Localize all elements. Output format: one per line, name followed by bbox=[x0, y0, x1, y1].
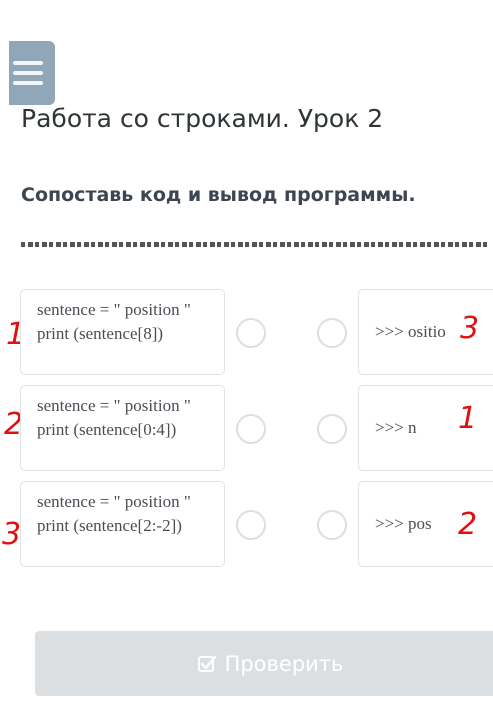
output-text: >>> pos bbox=[375, 514, 432, 533]
handwritten-mark-right-3: 2 bbox=[458, 507, 478, 542]
output-text: >>> n bbox=[375, 418, 417, 437]
left-connector-1[interactable] bbox=[236, 318, 266, 348]
code-card-3[interactable]: sentence = " position " print (sentence[… bbox=[20, 481, 225, 567]
check-square-icon bbox=[197, 654, 217, 674]
task-instruction: Сопоставь код и вывод программы. bbox=[21, 184, 416, 206]
code-card-2[interactable]: sentence = " position " print (sentence[… bbox=[20, 385, 225, 471]
code-card-1[interactable]: sentence = " position " print (sentence[… bbox=[20, 289, 225, 375]
handwritten-mark-left-3: 3 bbox=[2, 517, 22, 552]
left-connector-2[interactable] bbox=[236, 414, 266, 444]
handwritten-mark-right-1: 3 bbox=[460, 311, 480, 346]
left-connector-3[interactable] bbox=[236, 510, 266, 540]
right-connector-2[interactable] bbox=[317, 414, 347, 444]
check-button[interactable]: Проверить bbox=[35, 631, 493, 696]
right-connector-3[interactable] bbox=[317, 510, 347, 540]
check-button-label: Проверить bbox=[224, 651, 344, 676]
divider bbox=[21, 242, 489, 247]
code-text: sentence = " position " print (sentence[… bbox=[37, 396, 191, 439]
code-text: sentence = " position " print (sentence[… bbox=[37, 492, 191, 535]
page-title: Работа со строками. Урок 2 bbox=[21, 104, 384, 133]
right-connector-1[interactable] bbox=[317, 318, 347, 348]
menu-button[interactable] bbox=[9, 41, 55, 105]
handwritten-mark-right-2: 1 bbox=[458, 401, 478, 436]
code-text: sentence = " position " print (sentence[… bbox=[37, 300, 191, 343]
output-text: >>> ositio bbox=[375, 322, 446, 341]
